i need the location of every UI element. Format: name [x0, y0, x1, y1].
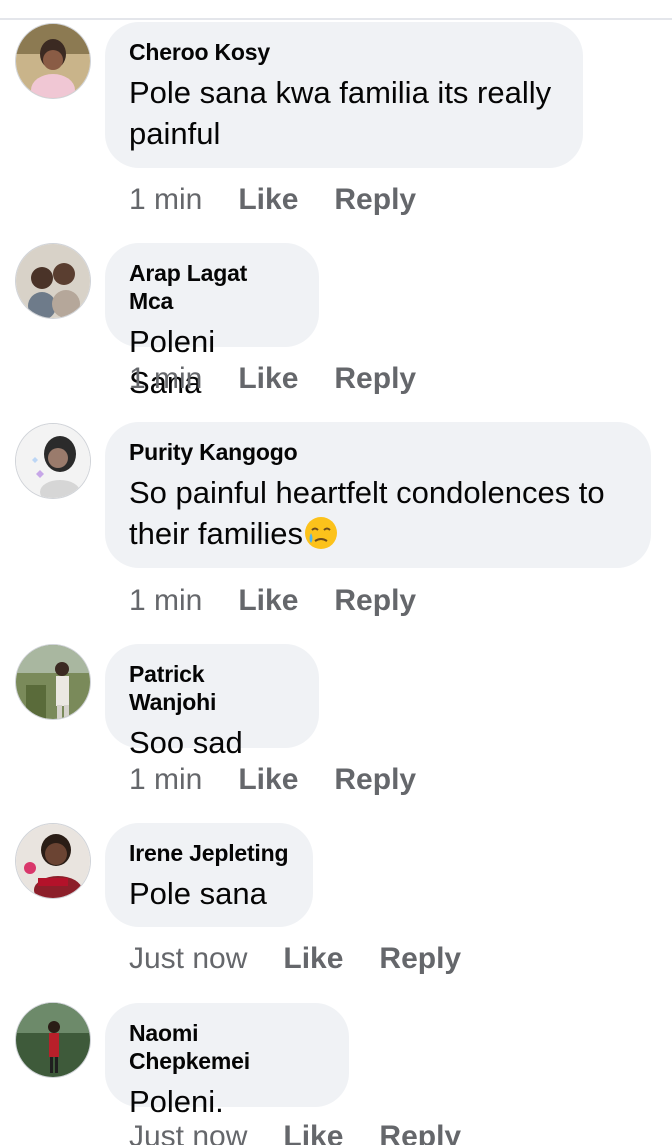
reply-button[interactable]: Reply [379, 942, 461, 975]
comment-bubble[interactable]: Arap Lagat Mca Poleni Sana [105, 243, 319, 400]
like-button[interactable]: Like [238, 183, 298, 216]
top-divider [0, 18, 672, 20]
reply-button[interactable]: Reply [334, 183, 416, 216]
like-button[interactable]: Like [238, 763, 298, 796]
crying-face-emoji-icon [305, 517, 337, 549]
comment-bubble[interactable]: Patrick Wanjohi Soo sad [105, 644, 319, 760]
comment-text: Soo sad [129, 725, 243, 760]
like-button[interactable]: Like [238, 584, 298, 617]
avatar[interactable] [16, 1003, 90, 1077]
reply-button[interactable]: Reply [334, 362, 416, 395]
comment-actions: Just now Like Reply [129, 942, 497, 976]
avatar[interactable] [16, 424, 90, 498]
avatar[interactable] [16, 645, 90, 719]
avatar[interactable] [16, 24, 90, 98]
comment-text: Poleni. [129, 1084, 224, 1119]
comment-text-content: So painful heartfelt condolences to thei… [129, 475, 605, 551]
comment-author[interactable]: Cheroo Kosy [129, 38, 559, 66]
comment-time[interactable]: 1 min [129, 763, 202, 796]
comment-time[interactable]: Just now [129, 942, 247, 975]
comment-author[interactable]: Purity Kangogo [129, 438, 627, 466]
comment-bubble[interactable]: Purity Kangogo So painful heartfelt cond… [105, 422, 651, 568]
comment-bubble[interactable]: Irene Jepleting Pole sana [105, 823, 313, 927]
comments-screen: Cheroo Kosy Pole sana kwa familia its re… [0, 0, 672, 1145]
comment-text: Pole sana [129, 876, 267, 911]
comment-author[interactable]: Arap Lagat Mca [129, 259, 295, 315]
comment-bubble[interactable]: Cheroo Kosy Pole sana kwa familia its re… [105, 22, 583, 168]
comment-actions: 1 min Like Reply [129, 763, 452, 797]
comment-time[interactable]: 1 min [129, 183, 202, 216]
reply-button[interactable]: Reply [379, 1120, 461, 1145]
avatar[interactable] [16, 244, 90, 318]
like-button[interactable]: Like [238, 362, 298, 395]
comment-actions: Just now Like Reply [129, 1120, 497, 1145]
like-button[interactable]: Like [283, 942, 343, 975]
comment-actions: 1 min Like Reply [129, 362, 452, 396]
comment-actions: 1 min Like Reply [129, 584, 452, 618]
like-button[interactable]: Like [283, 1120, 343, 1145]
comment-author[interactable]: Patrick Wanjohi [129, 660, 295, 716]
comment-text: Pole sana kwa familia its really painful [129, 75, 552, 151]
reply-button[interactable]: Reply [334, 763, 416, 796]
comment-text: So painful heartfelt condolences to thei… [129, 472, 627, 554]
comment-author[interactable]: Irene Jepleting [129, 839, 289, 867]
avatar[interactable] [16, 824, 90, 898]
comment-time[interactable]: 1 min [129, 362, 202, 395]
comment-bubble[interactable]: Naomi Chepkemei Poleni. [105, 1003, 349, 1119]
reply-button[interactable]: Reply [334, 584, 416, 617]
comment-time[interactable]: 1 min [129, 584, 202, 617]
comment-time[interactable]: Just now [129, 1120, 247, 1145]
comment-actions: 1 min Like Reply [129, 183, 452, 217]
comment-author[interactable]: Naomi Chepkemei [129, 1019, 325, 1075]
